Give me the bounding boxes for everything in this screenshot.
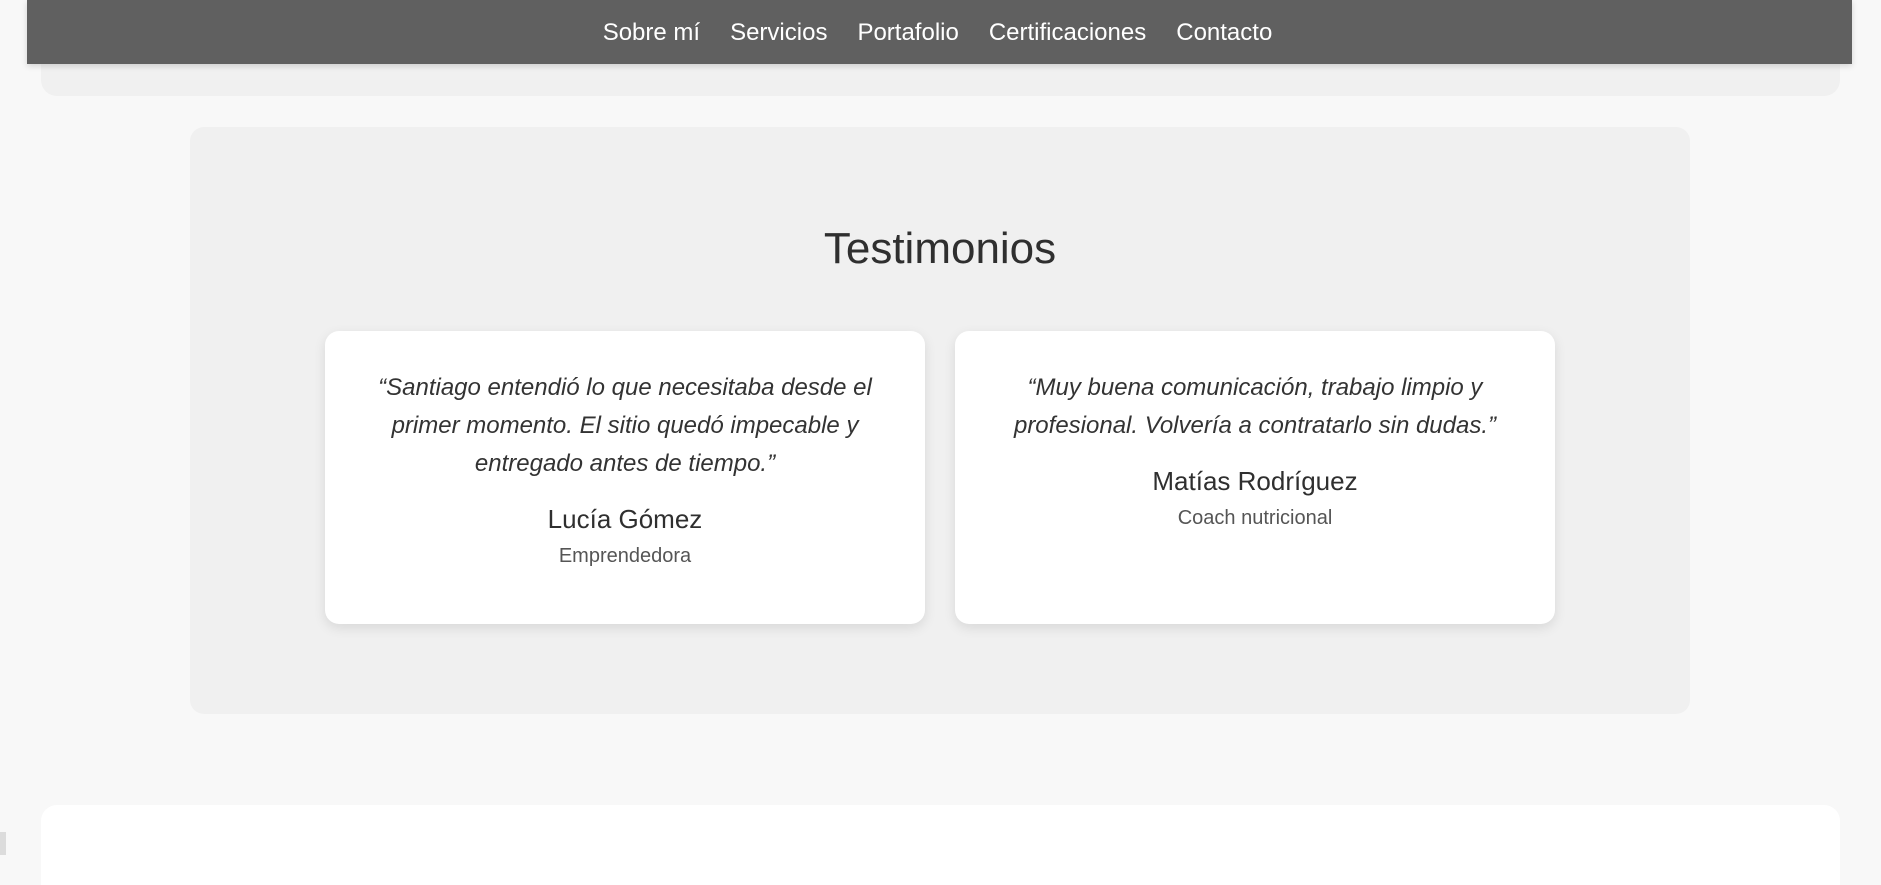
testimonial-role: Emprendedora — [558, 545, 692, 567]
testimonial-quote: “Muy buena comunicación, trabajo limpio … — [1013, 374, 1497, 439]
testimonial-card-matias-rodriguez: “Muy buena comunicación, trabajo limpio … — [955, 331, 1555, 624]
left-edge-shadow — [0, 832, 6, 855]
nav-link-certificaciones[interactable]: Certificaciones — [989, 19, 1146, 45]
next-section-edge — [41, 805, 1840, 885]
page: Sobre mí Servicios Portafolio Certificac… — [0, 0, 1881, 885]
testimonial-quote: “Santiago entendió lo que necesitaba des… — [378, 374, 872, 477]
testimonial-role: Coach nutricional — [1177, 507, 1333, 529]
top-navigation: Sobre mí Servicios Portafolio Certificac… — [27, 0, 1852, 64]
testimonials-section: Testimonios “Santiago entendió lo que ne… — [190, 127, 1690, 714]
nav-link-servicios[interactable]: Servicios — [730, 19, 827, 45]
nav-link-contacto[interactable]: Contacto — [1176, 19, 1272, 45]
testimonial-author: Matías Rodríguez — [1152, 466, 1358, 496]
nav-link-portafolio[interactable]: Portafolio — [857, 19, 958, 45]
testimonial-cards: “Santiago entendió lo que necesitaba des… — [325, 331, 1555, 624]
section-title: Testimonios — [823, 224, 1057, 273]
testimonial-author: Lucía Gómez — [547, 504, 703, 534]
navigation-links: Sobre mí Servicios Portafolio Certificac… — [603, 19, 1273, 45]
nav-link-sobre-mi[interactable]: Sobre mí — [603, 19, 700, 45]
testimonial-card-lucia-gomez: “Santiago entendió lo que necesitaba des… — [325, 331, 925, 624]
